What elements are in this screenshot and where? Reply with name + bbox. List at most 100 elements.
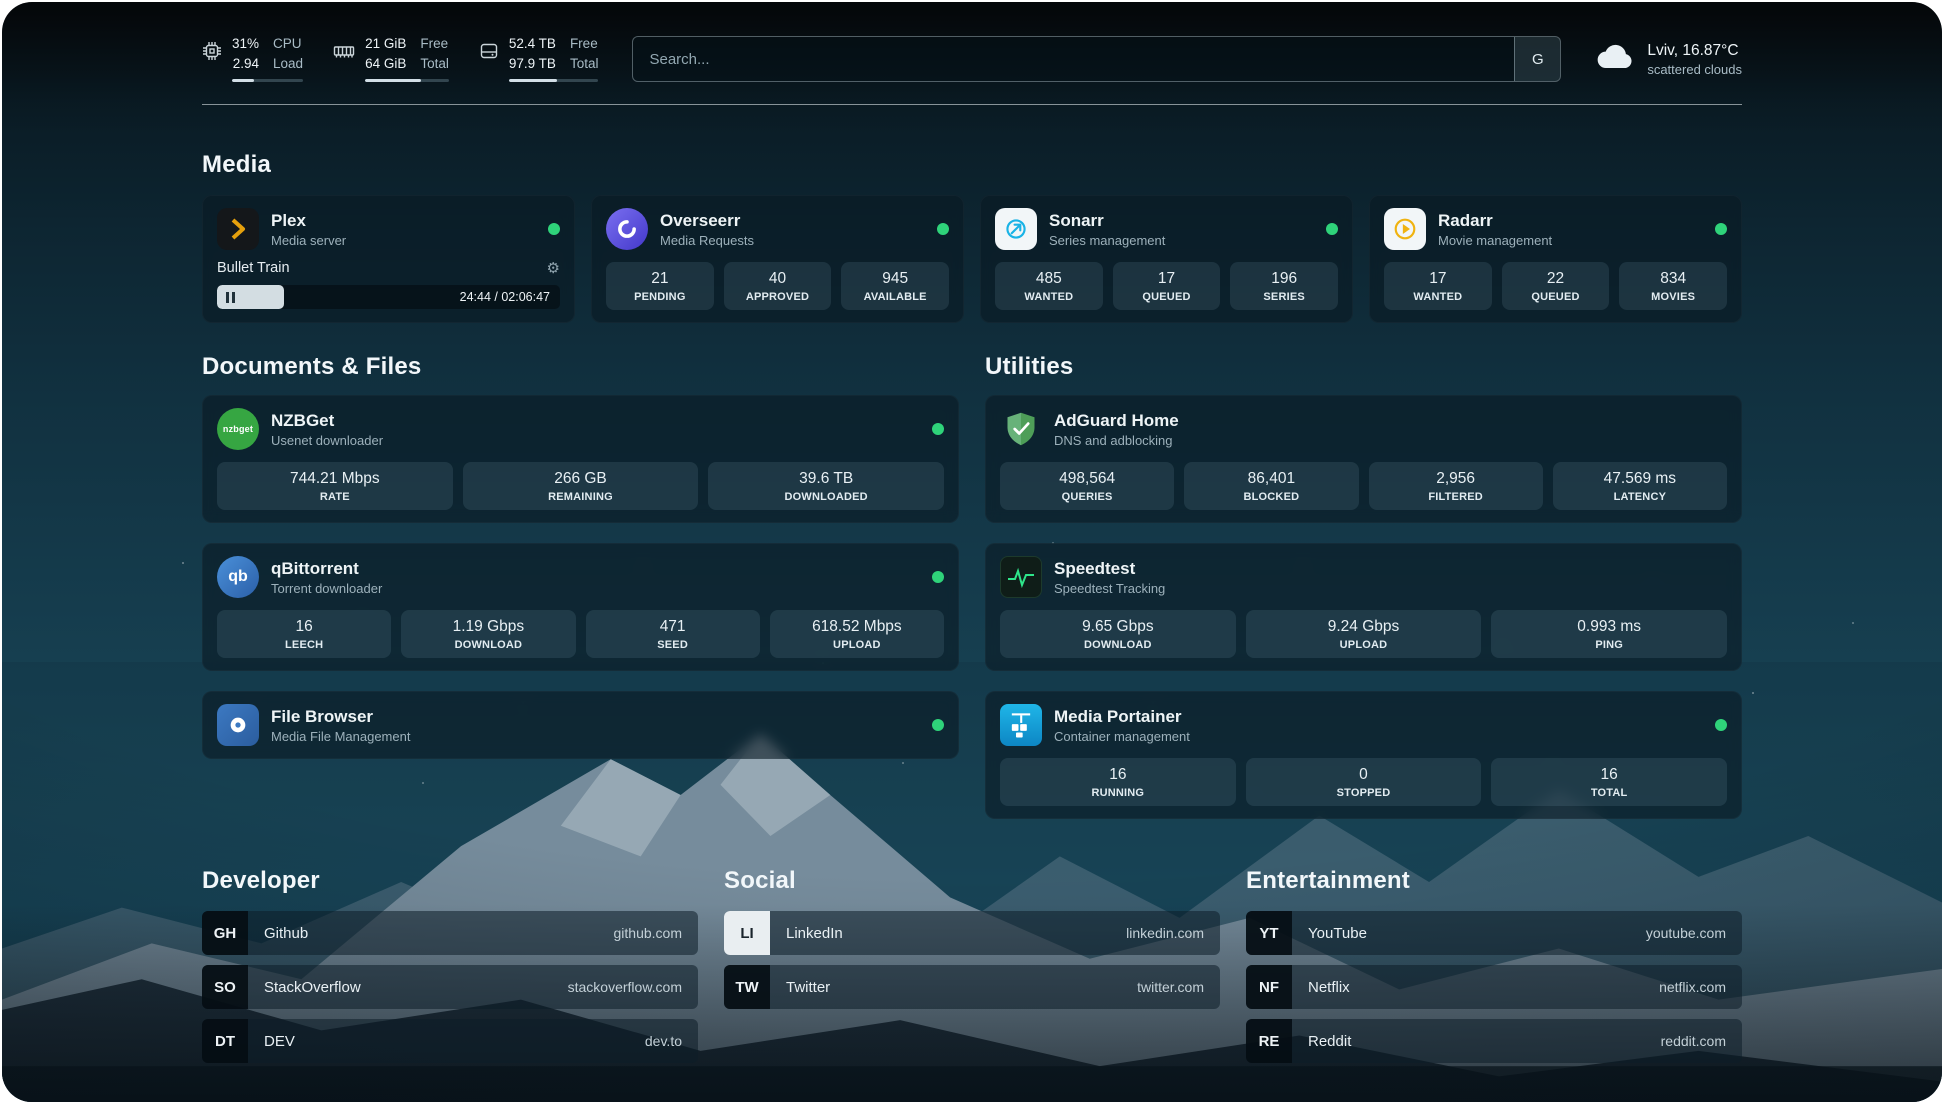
speedtest-icon (1000, 556, 1042, 598)
disk-total-label: Total (570, 56, 599, 72)
memory-free-label: Free (420, 36, 449, 52)
developer-column: Developer GH Github github.com SO StackO… (202, 867, 698, 1073)
settings-gear-icon[interactable]: ⚙ (547, 261, 560, 276)
app-card-sonarr[interactable]: Sonarr Series management 485 WANTED 17 Q… (980, 195, 1353, 323)
stat-pending: 21 PENDING (606, 262, 714, 310)
stat-wanted: 485 WANTED (995, 262, 1103, 310)
memory-total-label: Total (420, 56, 449, 72)
bookmark-url: youtube.com (1646, 925, 1742, 941)
stat-series: 196 SERIES (1230, 262, 1338, 310)
stat-approved: 40 APPROVED (724, 262, 832, 310)
twitter-icon: TW (724, 965, 770, 1009)
bookmark-name: Github (248, 925, 308, 942)
app-name: Media Portainer (1054, 707, 1703, 727)
bookmark-url: stackoverflow.com (568, 979, 698, 995)
search-engine-button[interactable]: G (1514, 37, 1560, 81)
app-card-speedtest[interactable]: Speedtest Speedtest Tracking 9.65 Gbps D… (985, 543, 1742, 671)
radarr-icon (1384, 208, 1426, 250)
stat-leech: 16 LEECH (217, 610, 391, 658)
app-desc: Series management (1049, 233, 1314, 248)
app-card-radarr[interactable]: Radarr Movie management 17 WANTED 22 QUE… (1369, 195, 1742, 323)
stat-available: 945 AVAILABLE (841, 262, 949, 310)
bookmark-dev[interactable]: DT DEV dev.to (202, 1019, 698, 1063)
status-dot (1326, 223, 1338, 235)
search-input[interactable] (633, 37, 1514, 81)
app-desc: Media server (271, 233, 536, 248)
weather-location: Lviv, 16.87°C (1647, 42, 1742, 60)
app-desc: Container management (1054, 729, 1703, 744)
system-widgets: 31% 2.94 CPU Load (202, 36, 598, 81)
app-card-plex[interactable]: Plex Media server Bullet Train ⚙ 24:44 /… (202, 195, 575, 323)
app-desc: Media File Management (271, 729, 920, 744)
bookmark-url: reddit.com (1661, 1033, 1742, 1049)
stat-downloaded: 39.6 TB DOWNLOADED (708, 462, 944, 510)
app-card-portainer[interactable]: Media Portainer Container management 16 … (985, 691, 1742, 819)
app-desc: Speedtest Tracking (1054, 581, 1727, 596)
memory-icon (333, 41, 355, 66)
bookmark-linkedin[interactable]: LI LinkedIn linkedin.com (724, 911, 1220, 955)
top-bar: 31% 2.94 CPU Load (202, 36, 1742, 82)
overseerr-icon (606, 208, 648, 250)
bookmark-github[interactable]: GH Github github.com (202, 911, 698, 955)
bookmark-reddit[interactable]: RE Reddit reddit.com (1246, 1019, 1742, 1063)
social-column: Social LI LinkedIn linkedin.com TW Twitt… (724, 867, 1220, 1073)
app-name: AdGuard Home (1054, 411, 1727, 431)
dev-icon: DT (202, 1019, 248, 1063)
pause-icon[interactable] (217, 292, 235, 303)
disk-free-value: 52.4 TB (509, 36, 556, 52)
qbittorrent-icon: qb (217, 556, 259, 598)
bookmark-name: LinkedIn (770, 925, 843, 942)
bookmark-url: linkedin.com (1126, 925, 1220, 941)
stat-stopped: 0 STOPPED (1246, 758, 1482, 806)
app-card-qbittorrent[interactable]: qb qBittorrent Torrent downloader 16 LEE… (202, 543, 959, 671)
media-card-grid: Plex Media server Bullet Train ⚙ 24:44 /… (202, 195, 1742, 323)
status-dot (548, 223, 560, 235)
status-dot (932, 423, 944, 435)
bookmark-url: twitter.com (1137, 979, 1220, 995)
app-name: qBittorrent (271, 559, 920, 579)
cpu-load-value: 2.94 (233, 56, 259, 72)
bookmark-netflix[interactable]: NF Netflix netflix.com (1246, 965, 1742, 1009)
stat-filtered: 2,956 FILTERED (1369, 462, 1543, 510)
utilities-column: Utilities AdGuard Home DNS and adblockin… (985, 353, 1742, 839)
bookmark-name: YouTube (1292, 925, 1367, 942)
bookmark-youtube[interactable]: YT YouTube youtube.com (1246, 911, 1742, 955)
status-dot (1715, 223, 1727, 235)
app-name: Radarr (1438, 211, 1703, 231)
weather-widget: Lviv, 16.87°C scattered clouds (1595, 42, 1742, 77)
stat-movies: 834 MOVIES (1619, 262, 1727, 310)
status-dot (1715, 719, 1727, 731)
memory-progress-bar (365, 79, 449, 82)
status-dot (932, 719, 944, 731)
status-dot (937, 223, 949, 235)
memory-free-value: 21 GiB (365, 36, 406, 52)
cpu-widget: 31% 2.94 CPU Load (202, 36, 303, 81)
app-name: Speedtest (1054, 559, 1727, 579)
stat-latency: 47.569 ms LATENCY (1553, 462, 1727, 510)
bookmark-stackoverflow[interactable]: SO StackOverflow stackoverflow.com (202, 965, 698, 1009)
playback-progress-bar[interactable]: 24:44 / 02:06:47 (217, 285, 560, 309)
memory-widget: 21 GiB 64 GiB Free Total (333, 36, 449, 81)
cpu-icon (202, 41, 222, 66)
app-name: File Browser (271, 707, 920, 727)
bookmark-twitter[interactable]: TW Twitter twitter.com (724, 965, 1220, 1009)
section-title-media: Media (202, 151, 1742, 179)
stat-queued: 17 QUEUED (1113, 262, 1221, 310)
app-card-overseerr[interactable]: Overseerr Media Requests 21 PENDING 40 A… (591, 195, 964, 323)
app-card-nzbget[interactable]: nzbget NZBGet Usenet downloader 744.21 M… (202, 395, 959, 523)
weather-condition: scattered clouds (1647, 62, 1742, 77)
search-bar: G (632, 36, 1561, 82)
cloud-icon (1595, 43, 1635, 76)
stat-upload: 618.52 Mbps UPLOAD (770, 610, 944, 658)
memory-total-value: 64 GiB (365, 56, 406, 72)
section-title-entertainment: Entertainment (1246, 867, 1742, 895)
stat-queued: 22 QUEUED (1502, 262, 1610, 310)
portainer-icon (1000, 704, 1042, 746)
app-card-filebrowser[interactable]: File Browser Media File Management (202, 691, 959, 759)
app-card-adguard[interactable]: AdGuard Home DNS and adblocking 498,564 … (985, 395, 1742, 523)
bookmark-url: netflix.com (1659, 979, 1742, 995)
disk-total-value: 97.9 TB (509, 56, 556, 72)
topbar-divider (202, 104, 1742, 105)
cpu-label: CPU (273, 36, 303, 52)
sonarr-icon (995, 208, 1037, 250)
